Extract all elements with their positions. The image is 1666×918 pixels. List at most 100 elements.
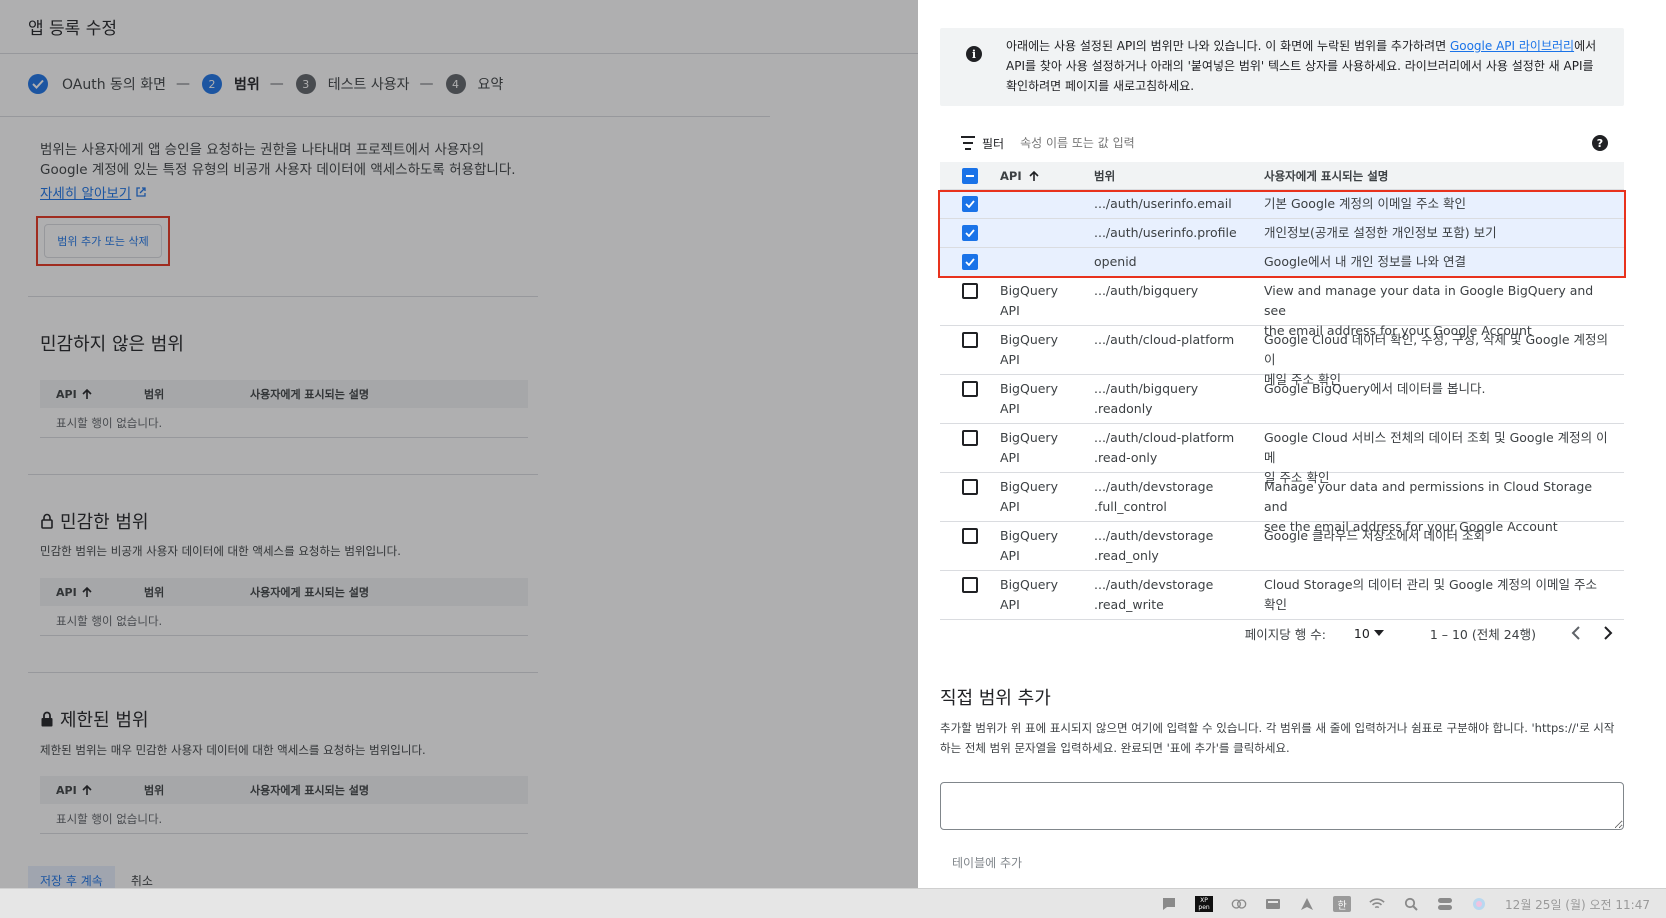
- prev-page-button[interactable]: [1560, 618, 1592, 648]
- cell-scope: .../auth/devstorage .full_control: [1094, 477, 1264, 517]
- paginator: 페이지당 행 수: 10 1 – 10 (전체 24행): [940, 618, 1624, 648]
- clock[interactable]: 12월 25일 (월) 오전 11:47: [1505, 896, 1650, 913]
- cell-api: BigQuery API: [1000, 330, 1094, 370]
- control-center-icon[interactable]: [1437, 897, 1453, 911]
- info-icon: i: [966, 46, 982, 62]
- cell-api-line: BigQuery: [1000, 381, 1058, 396]
- navigation-icon[interactable]: [1299, 897, 1315, 911]
- cell-scope: .../auth/devstorage .read_write: [1094, 575, 1264, 615]
- cell-scope-line: .full_control: [1094, 499, 1167, 514]
- row-checkbox[interactable]: [962, 479, 978, 495]
- row-checkbox[interactable]: [962, 196, 978, 212]
- table-row[interactable]: .../auth/userinfo.email 기본 Google 계정의 이메일…: [940, 190, 1624, 219]
- table-row[interactable]: BigQuery API .../auth/devstorage .read_only…: [940, 522, 1624, 571]
- cell-api: BigQuery API: [1000, 379, 1094, 419]
- help-icon[interactable]: ?: [1592, 135, 1608, 151]
- cell-desc-line: Cloud Storage의 데이터 관리 및 Google 계정의 이메일 주…: [1264, 577, 1597, 612]
- col-scope: 범위: [1094, 168, 1116, 183]
- cell-api-line: API: [1000, 352, 1020, 367]
- check-icon: [965, 229, 975, 237]
- table-row[interactable]: BigQuery API .../auth/cloud-platform Google…: [940, 326, 1624, 387]
- cell-api-line: BigQuery: [1000, 577, 1058, 592]
- table-row[interactable]: BigQuery API .../auth/bigquery .readonly Goo…: [940, 375, 1624, 424]
- cell-desc: Google에서 내 개인 정보를 나와 연결: [1264, 252, 1610, 272]
- select-all-cell: [940, 167, 1000, 184]
- scopes-table: API 범위 사용자에게 표시되는 설명 .../auth/userinfo.e…: [940, 162, 1624, 620]
- cell-api: BigQuery API: [1000, 575, 1094, 615]
- input-method-indicator[interactable]: 한: [1333, 896, 1352, 912]
- row-checkbox[interactable]: [962, 283, 978, 299]
- cell-scope-line: .../auth/devstorage: [1094, 528, 1214, 543]
- row-checkbox-cell: [940, 575, 1000, 593]
- cell-scope: .../auth/userinfo.email: [1094, 194, 1264, 214]
- table-row[interactable]: openid Google에서 내 개인 정보를 나와 연결: [940, 248, 1624, 277]
- chat-icon[interactable]: [1161, 897, 1177, 911]
- xp-pen-text: pen: [1198, 904, 1210, 911]
- api-library-link[interactable]: Google API 라이브러리: [1450, 39, 1574, 53]
- system-tray: XP pen 한 12월 25일 (월) 오전 11:47: [1161, 895, 1650, 913]
- cell-scope: .../auth/devstorage .read_only: [1094, 526, 1264, 566]
- row-checkbox[interactable]: [962, 381, 978, 397]
- cell-scope-line: .../auth/bigquery: [1094, 381, 1199, 396]
- chevron-right-icon: [1604, 626, 1613, 640]
- cell-desc: 기본 Google 계정의 이메일 주소 확인: [1264, 194, 1610, 214]
- row-checkbox[interactable]: [962, 332, 978, 348]
- cell-api-line: BigQuery: [1000, 332, 1058, 347]
- table-row[interactable]: BigQuery API .../auth/devstorage .full_cont…: [940, 473, 1624, 534]
- cell-api: BigQuery API: [1000, 477, 1094, 517]
- cell-desc-line: Manage your data and permissions in Clou…: [1264, 479, 1593, 514]
- row-checkbox[interactable]: [962, 528, 978, 544]
- table-row[interactable]: BigQuery API .../auth/devstorage .read_writ…: [940, 571, 1624, 620]
- row-checkbox[interactable]: [962, 225, 978, 241]
- cell-scope: .../auth/cloud-platform: [1094, 330, 1264, 350]
- info-text: 아래에는 사용 설정된 API의 범위만 나와 있습니다. 이 화면에 누락된 …: [1006, 36, 1606, 96]
- manual-scopes-textarea[interactable]: [940, 782, 1624, 830]
- filter-input[interactable]: [1020, 136, 1541, 150]
- taskbar: XP pen 한 12월 25일 (월) 오전 11:47: [0, 888, 1666, 918]
- cell-api-line: API: [1000, 548, 1020, 563]
- cell-scope-line: openid: [1094, 254, 1137, 269]
- table-row[interactable]: .../auth/userinfo.profile 개인정보(공개로 설정한 개인…: [940, 219, 1624, 248]
- siri-icon[interactable]: [1471, 897, 1487, 911]
- row-checkbox[interactable]: [962, 577, 978, 593]
- cell-api-line: API: [1000, 450, 1020, 465]
- keyboard-icon[interactable]: [1265, 897, 1281, 911]
- row-checkbox-cell: [940, 379, 1000, 397]
- cell-scope-line: .read_write: [1094, 597, 1164, 612]
- cell-desc-line: Google Cloud 데이터 확인, 수정, 구성, 삭제 및 Google…: [1264, 332, 1609, 367]
- search-icon[interactable]: [1403, 897, 1419, 911]
- wifi-icon[interactable]: [1369, 897, 1385, 911]
- manual-scopes-title: 직접 범위 추가: [940, 688, 1051, 709]
- modal-scrim[interactable]: [0, 0, 920, 888]
- rows-per-page-select[interactable]: 10: [1354, 626, 1384, 641]
- cell-scope-line: .../auth/bigquery: [1094, 283, 1199, 298]
- table-row[interactable]: BigQuery API .../auth/cloud-platform .read-…: [940, 424, 1624, 485]
- row-checkbox-cell: [940, 526, 1000, 544]
- next-page-button[interactable]: [1592, 618, 1624, 648]
- check-icon: [965, 200, 975, 208]
- cell-desc-line: 개인정보(공개로 설정한 개인정보 포함) 보기: [1264, 225, 1497, 240]
- col-desc: 사용자에게 표시되는 설명: [1264, 168, 1389, 183]
- row-checkbox[interactable]: [962, 430, 978, 446]
- manual-scopes-desc: 추가할 범위가 위 표에 표시되지 않으면 여기에 입력할 수 있습니다. 각 …: [940, 721, 1615, 755]
- row-checkbox-cell: [940, 196, 1000, 212]
- cell-api-line: API: [1000, 401, 1020, 416]
- creative-cloud-icon[interactable]: [1231, 897, 1247, 911]
- select-all-checkbox[interactable]: [962, 167, 978, 184]
- xp-pen-text: XP: [1200, 897, 1208, 904]
- cell-desc-line: 기본 Google 계정의 이메일 주소 확인: [1264, 196, 1466, 211]
- cell-desc-line: Google 클라우드 저장소에서 데이터 조회: [1264, 528, 1485, 543]
- col-api[interactable]: API: [1000, 169, 1094, 183]
- rows-per-page-label: 페이지당 행 수:: [1244, 626, 1326, 642]
- cell-desc-line: View and manage your data in Google BigQ…: [1264, 283, 1594, 318]
- cell-scope-line: .../auth/cloud-platform: [1094, 430, 1235, 445]
- table-row[interactable]: BigQuery API .../auth/bigquery View and man…: [940, 277, 1624, 338]
- xp-pen-icon[interactable]: XP pen: [1195, 896, 1214, 912]
- cell-api-line: BigQuery: [1000, 430, 1058, 445]
- update-scopes-panel: i 아래에는 사용 설정된 API의 범위만 나와 있습니다. 이 화면에 누락…: [918, 0, 1666, 888]
- add-to-table-button[interactable]: 테이블에 추가: [952, 854, 1022, 871]
- row-checkbox[interactable]: [962, 254, 978, 270]
- row-checkbox-cell: [940, 281, 1000, 299]
- cell-scope-line: .../auth/devstorage: [1094, 479, 1214, 494]
- cell-scope-line: .../auth/userinfo.profile: [1094, 225, 1237, 240]
